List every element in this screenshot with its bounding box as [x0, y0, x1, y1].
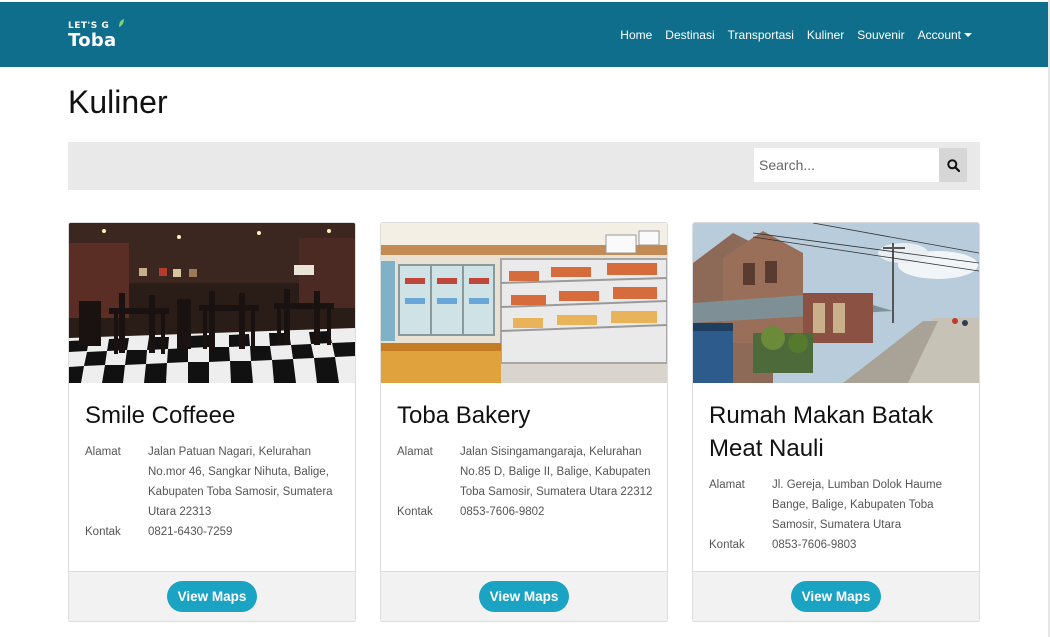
card-title: Toba Bakery [397, 402, 531, 429]
nav-home[interactable]: Home [620, 28, 652, 42]
nav-souvenir[interactable]: Souvenir [857, 28, 904, 42]
nav-account-dropdown[interactable]: Account [918, 28, 972, 42]
caret-down-icon [964, 32, 972, 37]
contact-row: Kontak 0821-6430-7259 [85, 522, 345, 542]
card-image-street-view [693, 223, 979, 383]
contact-label: Kontak [397, 506, 433, 518]
card-image-cafe-interior [69, 223, 355, 383]
navbar: LET'S G Toba Home Destinasi Transportasi… [0, 2, 1048, 67]
page-title: Kuliner [68, 84, 168, 120]
address-label: Alamat [85, 446, 121, 458]
address-value: Jalan Patuan Nagari, Kelurahan No.mor 46… [148, 446, 333, 518]
address-value: Jalan Sisingamangaraja, Kelurahan No.85 … [460, 446, 653, 498]
nav-transportasi[interactable]: Transportasi [728, 28, 794, 42]
search-icon [946, 158, 960, 172]
restaurant-card: Smile Coffeee Alamat Jalan Patuan Nagari… [68, 222, 356, 622]
restaurant-card: Toba Bakery Alamat Jalan Sisingamangaraj… [380, 222, 668, 622]
view-maps-button[interactable]: View Maps [478, 581, 570, 612]
nav-menu: Home Destinasi Transportasi Kuliner Souv… [607, 2, 972, 67]
card-footer: View Maps [381, 571, 667, 621]
nav-account-label: Account [917, 27, 961, 42]
search-button[interactable] [939, 148, 967, 182]
card-info: Alamat Jl. Gereja, Lumban Dolok Haume Ba… [709, 475, 969, 555]
logo-bottom-text: Toba [68, 30, 117, 51]
view-maps-button[interactable]: View Maps [790, 581, 882, 612]
nav-kuliner[interactable]: Kuliner [807, 28, 844, 42]
contact-label: Kontak [709, 539, 745, 551]
card-footer: View Maps [69, 571, 355, 621]
card-title: Rumah Makan Batak Meat Nauli [709, 402, 934, 462]
card-title: Smile Coffeee [85, 402, 236, 429]
restaurant-card: Rumah Makan Batak Meat Nauli Alamat Jl. … [692, 222, 980, 622]
view-maps-button[interactable]: View Maps [166, 581, 258, 612]
contact-row: Kontak 0853-7606-9803 [709, 535, 969, 555]
search-input[interactable] [754, 148, 940, 182]
card-footer: View Maps [693, 571, 979, 621]
card-info: Alamat Jalan Patuan Nagari, Kelurahan No… [85, 442, 345, 542]
card-info: Alamat Jalan Sisingamangaraja, Kelurahan… [397, 442, 657, 522]
card-image-bakery-interior [381, 223, 667, 383]
address-value: Jl. Gereja, Lumban Dolok Haume Bange, Ba… [772, 479, 943, 531]
address-row: Alamat Jalan Patuan Nagari, Kelurahan No… [85, 442, 345, 522]
address-row: Alamat Jalan Sisingamangaraja, Kelurahan… [397, 442, 657, 502]
contact-value: 0853-7606-9802 [460, 506, 545, 518]
logo[interactable]: LET'S G Toba [68, 19, 128, 53]
contact-value: 0821-6430-7259 [148, 526, 233, 538]
contact-row: Kontak 0853-7606-9802 [397, 502, 657, 522]
leaf-icon [119, 19, 124, 27]
contact-value: 0853-7606-9803 [772, 539, 857, 551]
contact-label: Kontak [85, 526, 121, 538]
nav-destinasi[interactable]: Destinasi [665, 28, 714, 42]
address-label: Alamat [709, 479, 745, 491]
address-label: Alamat [397, 446, 433, 458]
address-row: Alamat Jl. Gereja, Lumban Dolok Haume Ba… [709, 475, 969, 535]
